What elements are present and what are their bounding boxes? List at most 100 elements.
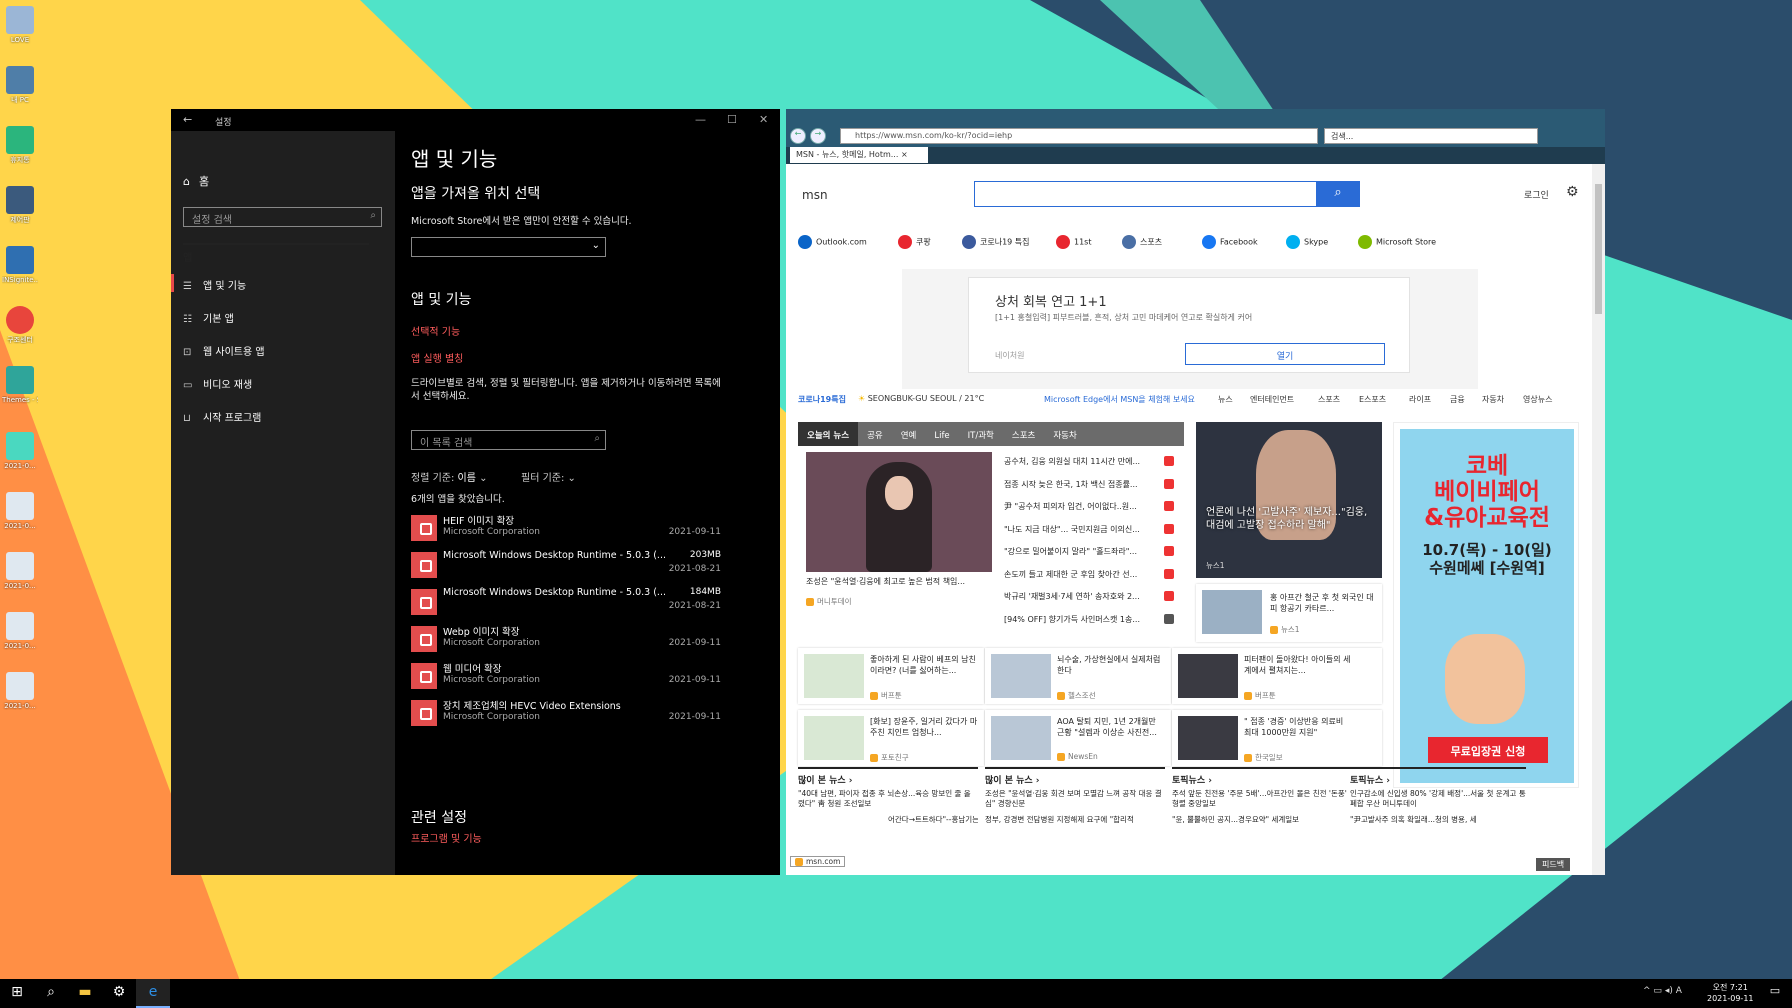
app-list-item[interactable]: HEIF 이미지 확장 Microsoft Corporation 2021-09-…: [411, 513, 721, 549]
settings-search-input[interactable]: 설정 검색 ⌕: [183, 207, 382, 227]
section-line[interactable]: "윤, 뿔뿔하민 공지...경우요약" 세계일보: [1172, 815, 1350, 825]
app-list-item[interactable]: 웹 미디어 확장 Microsoft Corporation 2021-09-11: [411, 661, 721, 697]
sort-dropdown[interactable]: 정렬 기준: 이름 ⌄: [411, 469, 488, 484]
edge-promo-link[interactable]: Microsoft Edge에서 MSN을 체험해 보세요: [1044, 394, 1195, 405]
tab-0[interactable]: 오늘의 뉴스: [798, 422, 859, 446]
back-arrow-icon[interactable]: ←: [183, 113, 192, 126]
headline[interactable]: [94% OFF] 향기가득 사인머스캣 1송...: [1004, 613, 1174, 625]
sidebar-item-default-apps[interactable]: ☷ 기본 앱: [183, 310, 383, 330]
section-line[interactable]: "尹고발사주 의혹 확일래...청의 병용, 세: [1350, 815, 1528, 825]
news-card[interactable]: [화보] 장윤주, 일거리 갔다가 마주친 치인트 엄청나... 포토친구: [798, 710, 984, 766]
tab-1[interactable]: 공유: [858, 422, 892, 446]
top-nav-item[interactable]: 자동차: [1482, 394, 1504, 405]
app-list-item[interactable]: Webp 이미지 확장 Microsoft Corporation 2021-09-…: [411, 624, 721, 660]
notification-icon[interactable]: ▭: [1758, 979, 1792, 1008]
msn-logo[interactable]: msn: [802, 188, 828, 202]
section-line[interactable]: 조성은 "윤석열·김웅 회견 보며 모멸감 느껴 공작 대응 결심" 경향신문: [985, 789, 1163, 809]
tab-close-icon[interactable]: ×: [901, 150, 908, 159]
top-nav-item[interactable]: 금융: [1450, 394, 1465, 405]
weather[interactable]: ☀ SEONGBUK-GU SEOUL / 21°C: [858, 394, 984, 403]
ad-card[interactable]: 상처 회복 연고 1+1 [1+1 홍철입력] 피부트러블, 흔적, 상처 고민…: [968, 277, 1410, 373]
section-header[interactable]: 토픽뉴스 ›: [1172, 767, 1352, 786]
top-nav-item[interactable]: 엔터테인먼트: [1250, 394, 1294, 405]
tab-5[interactable]: 스포츠: [1003, 422, 1044, 446]
top-nav-item[interactable]: 라이프: [1409, 394, 1431, 405]
desktop-icon-file-5[interactable]: 2021-0...: [2, 672, 38, 710]
plane-news-card[interactable]: 홍 아프간 철군 후 첫 외국인 대피 항공기 카타르... 뉴스1: [1196, 584, 1382, 642]
desktop-icon-themes[interactable]: Themes - Shortcut: [2, 366, 38, 404]
desktop-icon-file-4[interactable]: 2021-0...: [2, 612, 38, 650]
taskbar-clock[interactable]: 오전 7:21 2021-09-11: [1707, 982, 1754, 1004]
headline[interactable]: 손도끼 들고 제대한 군 후임 찾아간 선...: [1004, 568, 1174, 580]
maximize-icon[interactable]: ☐: [727, 113, 737, 126]
app-alias-link[interactable]: 앱 실행 별칭: [411, 350, 463, 365]
ime-indicator[interactable]: A: [1676, 986, 1682, 996]
search-icon[interactable]: ⌕: [1316, 181, 1360, 207]
programs-features-link[interactable]: 프로그램 및 기능: [411, 830, 482, 845]
section-header[interactable]: 많이 본 뉴스 ›: [798, 767, 978, 786]
quick-link[interactable]: 스포츠: [1122, 235, 1162, 249]
filter-dropdown[interactable]: 필터 기준: ⌄: [521, 469, 576, 484]
app-list-item[interactable]: Microsoft Windows Desktop Runtime - 5.0.…: [411, 587, 721, 623]
tab-4[interactable]: IT/과학: [959, 422, 1003, 446]
desktop-icon-file-1[interactable]: 2021-0...: [2, 432, 38, 470]
sidebar-item-apps-features[interactable]: ☰ 앱 및 기능: [171, 274, 383, 297]
sidebar-item-apps-for-websites[interactable]: ⊡ 웹 사이트용 앱: [183, 343, 383, 363]
msn-search-input[interactable]: ⌕: [974, 181, 1360, 207]
settings-gear-icon[interactable]: ⚙: [102, 979, 136, 1008]
gear-icon[interactable]: ⚙: [1566, 184, 1579, 200]
browser-search-input[interactable]: 검색...: [1324, 128, 1538, 144]
desktop-icon-insignite[interactable]: INSignite...: [2, 246, 38, 284]
app-list-item[interactable]: 장치 제조업체의 HEVC Video Extensions Microsoft …: [411, 698, 721, 734]
close-icon[interactable]: ✕: [759, 113, 768, 126]
volume-icon[interactable]: ◂): [1665, 986, 1673, 996]
quick-link[interactable]: 11st: [1056, 235, 1091, 249]
sidebar-item-video-playback[interactable]: ▭ 비디오 재생: [183, 376, 383, 396]
quick-link[interactable]: Outlook.com: [798, 235, 867, 249]
login-link[interactable]: 로그인: [1524, 188, 1549, 201]
system-tray[interactable]: ^ ▭ ◂) A: [1643, 986, 1682, 996]
ad-open-button[interactable]: 열기: [1185, 343, 1385, 365]
section-line[interactable]: 정부, 강경변 전담병원 지정해제 요구에 "합리적: [985, 815, 1163, 825]
section-line[interactable]: 어간다→트트하다"--홍남기는 정말 알몸: [888, 815, 978, 825]
top-nav-item[interactable]: E스포츠: [1359, 394, 1386, 405]
tab-2[interactable]: 연예: [892, 422, 926, 446]
section-line[interactable]: 주석 앞둔 친전용 '주문 5배'...아프간인 몰은 친전 '돈풍' 형렬 중…: [1172, 789, 1350, 809]
desktop-icon-this-pc[interactable]: 내 PC: [2, 66, 38, 104]
feedback-button[interactable]: 피드백: [1536, 858, 1571, 871]
headline[interactable]: "강으로 밀어붙이지 말라" "홀드좌라"...: [1004, 546, 1174, 557]
section-line[interactable]: 인구감소에 신입생 80% '강제 배정'...서울 첫 운계고 통폐합 우산 …: [1350, 789, 1528, 809]
covid-link[interactable]: 코로나19특집: [798, 394, 846, 405]
desktop-icon-file-3[interactable]: 2021-0...: [2, 552, 38, 590]
minimize-icon[interactable]: —: [695, 113, 706, 126]
top-nav-item[interactable]: 영상뉴스: [1523, 394, 1552, 405]
search-icon[interactable]: ⌕: [34, 979, 68, 1008]
address-bar[interactable]: https://www.msn.com/ko-kr/?ocid=iehp: [840, 128, 1318, 144]
news-card[interactable]: 피터팬이 돌아왔다! 아이들의 세계에서 펼쳐지는... 버프툰: [1172, 648, 1382, 704]
quick-link[interactable]: 쿠팡: [898, 235, 931, 249]
desktop-icon-recycle-bin[interactable]: 휴지통: [2, 126, 38, 164]
top-nav-item[interactable]: 뉴스: [1218, 394, 1233, 405]
quick-link[interactable]: Microsoft Store: [1358, 235, 1436, 249]
quick-link[interactable]: 코로나19 특집: [962, 235, 1030, 249]
optional-features-link[interactable]: 선택적 기능: [411, 323, 460, 338]
quick-link[interactable]: Skype: [1286, 235, 1328, 249]
list-search-input[interactable]: 이 목록 검색 ⌕: [411, 430, 606, 450]
news-card[interactable]: AOA 탈퇴 지민, 1년 2개월만 근황 "설렘과 이상순 사진전... New…: [985, 710, 1171, 766]
page-scrollbar[interactable]: [1592, 164, 1605, 875]
sidebar-home[interactable]: ⌂ 홈: [183, 173, 209, 189]
network-icon[interactable]: ▭: [1653, 986, 1662, 996]
desktop-icon-rescue[interactable]: 구조센터: [2, 306, 38, 344]
ad-cta-button[interactable]: 무료입장권 신청: [1428, 737, 1548, 763]
app-source-dropdown[interactable]: ⌄: [411, 237, 606, 257]
tab-msn[interactable]: MSN - 뉴스, 핫메일, Hotm... ×: [790, 147, 928, 163]
desktop-icon-love[interactable]: LOVE: [2, 6, 38, 44]
start-icon[interactable]: ⊞: [0, 979, 34, 1008]
section-header[interactable]: 많이 본 뉴스 ›: [985, 767, 1165, 786]
quick-link[interactable]: Facebook: [1202, 235, 1258, 249]
headline[interactable]: 접종 시작 늦은 한국, 1차 백신 접종률...: [1004, 478, 1174, 490]
desktop-icon-file-2[interactable]: 2021-0...: [2, 492, 38, 530]
tray-chevron-icon[interactable]: ^: [1643, 986, 1651, 996]
section-header[interactable]: 토픽뉴스 ›: [1350, 767, 1526, 786]
desktop-icon-control-panel[interactable]: 제어판: [2, 186, 38, 224]
